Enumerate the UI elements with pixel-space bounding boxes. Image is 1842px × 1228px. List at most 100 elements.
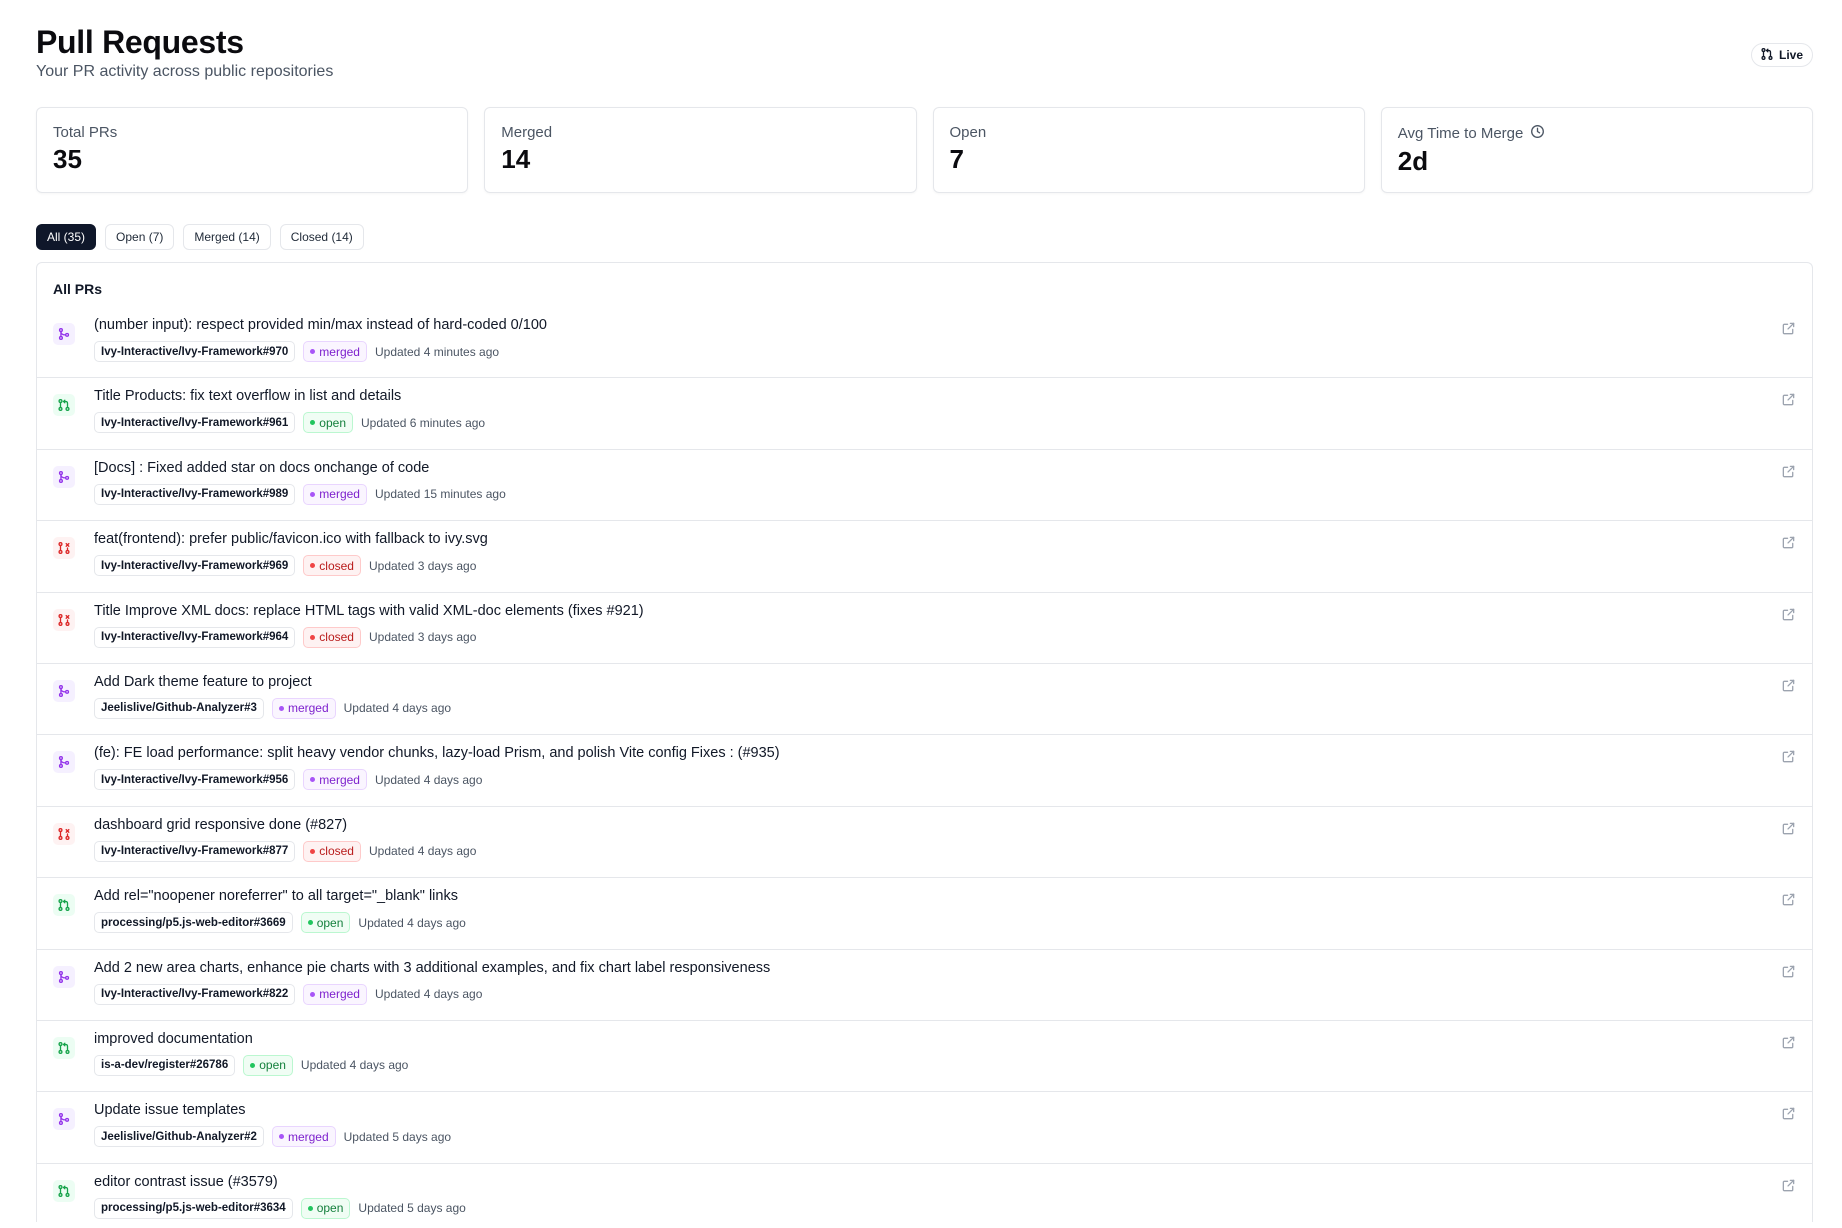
external-link-icon[interactable] [1781, 892, 1796, 907]
external-link-icon[interactable] [1781, 678, 1796, 693]
git-merge-icon [53, 465, 75, 488]
pr-title[interactable]: (number input): respect provided min/max… [94, 317, 547, 333]
tab-closed[interactable]: Closed (14) [279, 224, 364, 250]
git-pull-request-icon [53, 394, 75, 417]
stat-card-open: Open 7 [932, 107, 1365, 193]
pr-repo-badge[interactable]: Ivy-Interactive/Ivy-Framework#989 [94, 483, 296, 505]
pr-title[interactable]: Add rel="noopener noreferrer" to all tar… [94, 888, 458, 904]
external-link-icon[interactable] [1781, 464, 1796, 479]
pr-status-badge: merged [303, 483, 367, 505]
git-merge-icon [53, 965, 75, 988]
pr-status-badge: merged [271, 1126, 336, 1148]
pr-repo-badge[interactable]: Jeelislive/Github-Analyzer#2 [94, 1126, 264, 1148]
pr-repo-badge[interactable]: Ivy-Interactive/Ivy-Framework#877 [94, 840, 296, 862]
status-text: open [259, 1058, 286, 1073]
pr-repo-badge[interactable]: Jeelislive/Github-Analyzer#3 [94, 697, 264, 719]
git-pull-request-icon [53, 894, 75, 917]
pr-meta: Ivy-Interactive/Ivy-Framework#961 open U… [94, 412, 486, 434]
status-dot [310, 491, 316, 497]
pr-updated-time: Updated 4 days ago [374, 987, 483, 1002]
pr-list-title: All PRs [53, 281, 103, 297]
status-text: merged [319, 987, 360, 1002]
pr-list: (number input): respect provided min/max… [37, 307, 1812, 1222]
pr-title[interactable]: Add Dark theme feature to project [94, 674, 312, 690]
pr-meta: Ivy-Interactive/Ivy-Framework#822 merged… [94, 983, 483, 1005]
pr-row[interactable]: Title Products: fix text overflow in lis… [37, 378, 1812, 450]
pr-row[interactable]: Update issue templates Jeelislive/Github… [37, 1092, 1812, 1164]
pr-title[interactable]: feat(frontend): prefer public/favicon.ic… [94, 531, 488, 547]
pr-title[interactable]: Title Improve XML docs: replace HTML tag… [94, 603, 644, 619]
external-link-icon[interactable] [1781, 1035, 1796, 1050]
pr-meta: processing/p5.js-web-editor#3634 open Up… [94, 1197, 466, 1219]
pr-repo-badge[interactable]: processing/p5.js-web-editor#3634 [94, 1197, 293, 1219]
external-link-icon[interactable] [1781, 821, 1796, 836]
stat-value: 35 [53, 144, 82, 174]
git-pull-request-closed-icon [53, 822, 75, 845]
pr-repo-badge[interactable]: Ivy-Interactive/Ivy-Framework#970 [94, 341, 296, 362]
live-badge: Live [1750, 43, 1813, 67]
pr-repo-badge[interactable]: Ivy-Interactive/Ivy-Framework#822 [94, 983, 296, 1005]
tab-merged[interactable]: Merged (14) [183, 224, 271, 250]
external-link-icon[interactable] [1781, 1106, 1796, 1121]
pr-title[interactable]: (fe): FE load performance: split heavy v… [94, 745, 780, 761]
pr-status-badge: closed [303, 626, 361, 648]
pr-repo-badge[interactable]: Ivy-Interactive/Ivy-Framework#969 [94, 555, 296, 577]
status-dot [278, 1134, 284, 1140]
pr-title[interactable]: Update issue templates [94, 1102, 246, 1118]
page-subtitle: Your PR activity across public repositor… [36, 63, 334, 80]
pr-meta: is-a-dev/register#26786 open Updated 4 d… [94, 1054, 408, 1076]
pr-meta: Ivy-Interactive/Ivy-Framework#956 merged… [94, 769, 482, 791]
pr-repo-badge[interactable]: Ivy-Interactive/Ivy-Framework#964 [94, 626, 296, 648]
pr-repo-badge[interactable]: Ivy-Interactive/Ivy-Framework#956 [94, 769, 296, 791]
pr-title[interactable]: [Docs] : Fixed added star on docs onchan… [94, 460, 429, 476]
pr-meta: Ivy-Interactive/Ivy-Framework#877 closed… [94, 840, 476, 862]
pr-title[interactable]: editor contrast issue (#3579) [94, 1174, 278, 1190]
stat-value: 14 [501, 144, 531, 174]
status-text: merged [287, 701, 329, 716]
external-link-icon[interactable] [1781, 392, 1796, 407]
external-link-icon[interactable] [1781, 964, 1796, 979]
pr-title[interactable]: Add 2 new area charts, enhance pie chart… [94, 960, 770, 976]
pr-updated-time: Updated 6 minutes ago [361, 415, 486, 430]
pr-status-badge: open [243, 1054, 293, 1076]
pr-row[interactable]: Title Improve XML docs: replace HTML tag… [37, 593, 1812, 664]
status-dot [310, 777, 316, 783]
pr-meta: Ivy-Interactive/Ivy-Framework#964 closed… [94, 626, 476, 648]
pr-row[interactable]: editor contrast issue (#3579) processing… [37, 1164, 1812, 1222]
pr-row[interactable]: (number input): respect provided min/max… [37, 307, 1812, 379]
status-text: merged [319, 487, 360, 502]
status-text: closed [319, 558, 354, 573]
external-link-icon[interactable] [1781, 321, 1796, 336]
pr-row[interactable]: improved documentation is-a-dev/register… [37, 1021, 1812, 1093]
external-link-icon[interactable] [1781, 607, 1796, 622]
tab-open[interactable]: Open (7) [105, 224, 175, 250]
pr-title[interactable]: improved documentation [94, 1031, 253, 1047]
pr-row[interactable]: feat(frontend): prefer public/favicon.ic… [37, 521, 1812, 593]
pr-row[interactable]: (fe): FE load performance: split heavy v… [37, 735, 1812, 807]
pr-meta: Ivy-Interactive/Ivy-Framework#989 merged… [94, 483, 506, 505]
status-dot [310, 420, 316, 426]
pr-updated-time: Updated 15 minutes ago [374, 487, 506, 502]
pr-row[interactable]: [Docs] : Fixed added star on docs onchan… [37, 450, 1812, 522]
pr-title[interactable]: dashboard grid responsive done (#827) [94, 817, 347, 833]
pr-updated-time: Updated 3 days ago [368, 558, 477, 573]
pr-repo-badge[interactable]: Ivy-Interactive/Ivy-Framework#961 [94, 412, 296, 434]
pr-title[interactable]: Title Products: fix text overflow in lis… [94, 388, 401, 404]
pr-row[interactable]: Add Dark theme feature to project Jeelis… [37, 664, 1812, 736]
stat-card-avg-merge-time: Avg Time to Merge 2d [1380, 107, 1813, 193]
pr-row[interactable]: Add 2 new area charts, enhance pie chart… [37, 950, 1812, 1021]
pr-repo-badge[interactable]: is-a-dev/register#26786 [94, 1054, 236, 1076]
pr-row[interactable]: Add rel="noopener noreferrer" to all tar… [37, 878, 1812, 950]
stat-label-text: Avg Time to Merge [1397, 125, 1524, 142]
pr-row[interactable]: dashboard grid responsive done (#827) Iv… [37, 807, 1812, 879]
external-link-icon[interactable] [1781, 749, 1796, 764]
stat-label-avg: Avg Time to Merge [1398, 124, 1796, 143]
pr-repo-badge[interactable]: processing/p5.js-web-editor#3669 [94, 912, 293, 934]
external-link-icon[interactable] [1781, 1178, 1796, 1193]
pr-updated-time: Updated 4 minutes ago [374, 344, 500, 359]
status-text: merged [287, 1129, 329, 1144]
tab-all[interactable]: All (35) [36, 224, 97, 250]
status-text: merged [319, 344, 360, 359]
status-dot [250, 1062, 256, 1068]
external-link-icon[interactable] [1781, 535, 1796, 550]
